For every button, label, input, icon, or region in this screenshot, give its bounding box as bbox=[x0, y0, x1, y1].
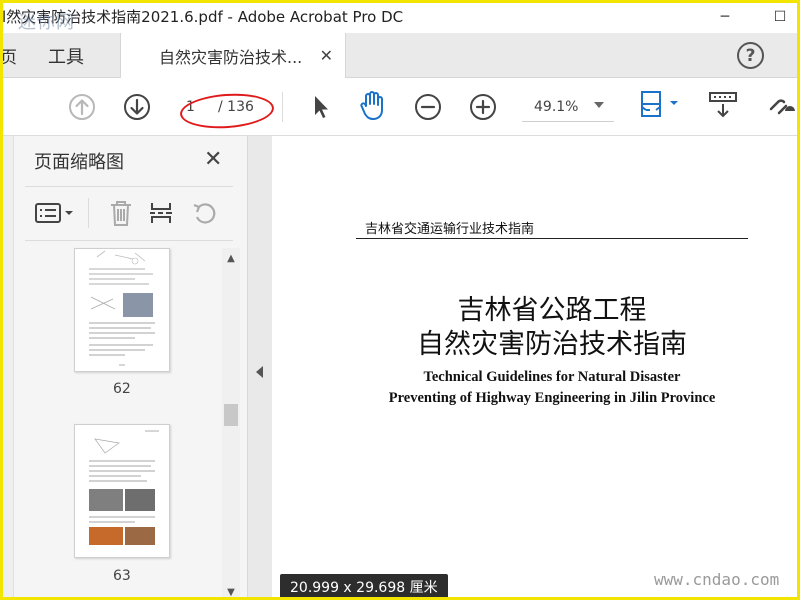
document-title-line2: 自然灾害防治技术指南 bbox=[417, 329, 687, 360]
panel-divider bbox=[25, 186, 233, 187]
document-english-title-line1: Technical Guidelines for Natural Disaste… bbox=[423, 369, 681, 385]
tab-tools[interactable]: 工具 bbox=[48, 33, 84, 78]
tab-document[interactable]: 自然灾害防治技术... ✕ bbox=[120, 33, 346, 79]
rotate-page-icon[interactable] bbox=[190, 198, 220, 228]
page-size-tooltip: 20.999 x 29.698 厘米 bbox=[280, 574, 448, 600]
document-page bbox=[272, 136, 800, 600]
help-icon[interactable]: ? bbox=[737, 42, 764, 69]
tab-close-icon[interactable]: ✕ bbox=[320, 46, 333, 65]
next-page-icon[interactable] bbox=[122, 92, 152, 122]
document-english-title-line2: Preventing of Highway Engineering in Jil… bbox=[388, 390, 716, 406]
watermark-bottom-right: www.cndao.com bbox=[654, 570, 780, 589]
previous-page-icon[interactable] bbox=[67, 92, 97, 122]
scroll-up-icon[interactable]: ▲ bbox=[222, 250, 240, 266]
fit-page-icon[interactable] bbox=[638, 90, 680, 120]
select-cursor-icon[interactable] bbox=[305, 92, 335, 122]
delete-page-icon[interactable] bbox=[106, 198, 136, 228]
collapse-panel-icon[interactable] bbox=[256, 366, 263, 378]
panel-side-strip bbox=[0, 136, 14, 600]
link-icon[interactable] bbox=[764, 90, 800, 120]
extract-page-icon[interactable] bbox=[146, 198, 176, 228]
document-header: 吉林省交通运输行业技术指南 bbox=[365, 222, 535, 237]
maximize-button[interactable]: ☐ bbox=[760, 0, 800, 33]
toolbar bbox=[0, 78, 800, 136]
header-rule bbox=[356, 238, 748, 239]
tab-bar: 页 工具 自然灾害防治技术... ✕ ? bbox=[0, 33, 800, 79]
watermark-top-left: 迷你网 bbox=[18, 12, 75, 33]
tab-home[interactable]: 页 bbox=[0, 33, 20, 78]
scroll-mode-icon[interactable] bbox=[706, 90, 740, 120]
panel-close-icon[interactable]: ✕ bbox=[204, 147, 222, 172]
thumbnail-options-icon[interactable] bbox=[34, 198, 76, 228]
panel-scrollbar-thumb[interactable] bbox=[224, 404, 238, 426]
tab-document-label: 自然灾害防治技术... bbox=[159, 48, 303, 67]
panel-tools-divider bbox=[88, 198, 89, 228]
hand-tool-icon[interactable] bbox=[358, 90, 388, 120]
chevron-down-icon[interactable] bbox=[594, 102, 604, 108]
zoom-out-icon[interactable] bbox=[413, 92, 443, 122]
toolbar-divider bbox=[282, 92, 283, 122]
thumbnail-page-63[interactable] bbox=[74, 424, 170, 558]
panel-title: 页面缩略图 bbox=[34, 152, 124, 173]
panel-divider bbox=[25, 240, 233, 241]
thumbnail-label: 62 bbox=[113, 381, 131, 397]
thumbnail-label: 63 bbox=[113, 568, 131, 584]
scroll-down-icon[interactable]: ▼ bbox=[222, 584, 240, 600]
minimize-button[interactable]: ─ bbox=[705, 0, 745, 33]
title-bar: l然灾害防治技术指南2021.6.pdf - Adobe Acrobat Pro… bbox=[0, 0, 800, 33]
zoom-value: 49.1% bbox=[534, 99, 579, 115]
zoom-in-icon[interactable] bbox=[468, 92, 498, 122]
thumbnail-page-62[interactable] bbox=[74, 248, 170, 372]
